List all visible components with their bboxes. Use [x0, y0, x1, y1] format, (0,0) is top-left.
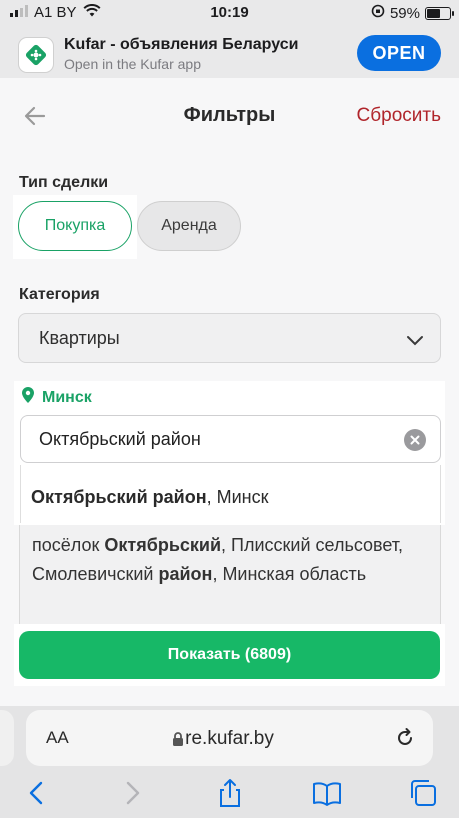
clear-input-icon[interactable] [404, 429, 426, 451]
city-name: Минск [42, 388, 92, 406]
battery-icon [425, 6, 454, 20]
reset-button[interactable]: Сбросить [357, 105, 441, 127]
city-selector[interactable]: Минск [22, 387, 92, 408]
category-select[interactable]: Квартиры [18, 313, 441, 363]
url-text: re.kufar.by [185, 728, 274, 749]
show-results-button[interactable]: Показать (6809) [19, 631, 440, 679]
category-label: Категория [19, 286, 100, 303]
browser-bottom-bar: AA re.kufar.by [0, 706, 459, 818]
share-icon[interactable] [215, 778, 245, 808]
reload-icon[interactable] [394, 727, 416, 749]
banner-subtitle: Open in the Kufar app [64, 56, 201, 72]
page-header: Фильтры Сбросить [0, 78, 459, 154]
suggestion-item[interactable]: Октябрьский район, Минск [20, 465, 441, 523]
filters-page: Фильтры Сбросить Тип сделки Покупка Арен… [0, 78, 459, 706]
battery-status: 59% [371, 4, 454, 22]
category-value: Квартиры [39, 327, 120, 348]
status-bar: A1 BY 10:19 59% [0, 0, 459, 28]
suggestion-match: Октябрьский район [31, 487, 207, 507]
suggestion-text: посёлок [32, 535, 105, 555]
deal-type-highlight: Покупка [13, 195, 137, 259]
battery-fill [427, 8, 440, 18]
tabs-icon[interactable] [408, 778, 438, 808]
kufar-app-icon [18, 37, 54, 73]
location-pin-icon [22, 387, 34, 408]
suggestion-item[interactable]: посёлок Октябрьский, Плисский сельсовет,… [19, 525, 441, 625]
location-panel: Минск Октябрьский район, Минск [14, 381, 445, 525]
address-bar[interactable]: AA re.kufar.by [26, 710, 433, 766]
suggestion-match: район [158, 564, 213, 584]
open-app-button[interactable]: OPEN [357, 35, 441, 71]
forward-icon[interactable] [117, 778, 147, 808]
previous-tab-edge[interactable] [0, 710, 14, 766]
battery-percent: 59% [389, 4, 420, 22]
chevron-down-icon [406, 331, 424, 346]
orientation-lock-icon [371, 4, 385, 22]
show-results-panel: Показать (6809) [14, 624, 445, 686]
smart-app-banner: Kufar - объявления Беларуси Open in the … [0, 28, 459, 78]
suggestion-match: Октябрьский [104, 535, 222, 555]
suggestion-rest: , Минск [206, 487, 269, 507]
deal-type-label: Тип сделки [19, 174, 109, 191]
suggestion-text: , Минская область [212, 564, 367, 584]
banner-title: Kufar - объявления Беларуси [64, 36, 299, 53]
bookmarks-icon[interactable] [312, 778, 342, 808]
deal-type-chip-rent[interactable]: Аренда [137, 201, 241, 251]
deal-type-chip-buy[interactable]: Покупка [18, 201, 132, 251]
back-icon[interactable] [22, 778, 52, 808]
district-search-input[interactable] [20, 415, 441, 463]
